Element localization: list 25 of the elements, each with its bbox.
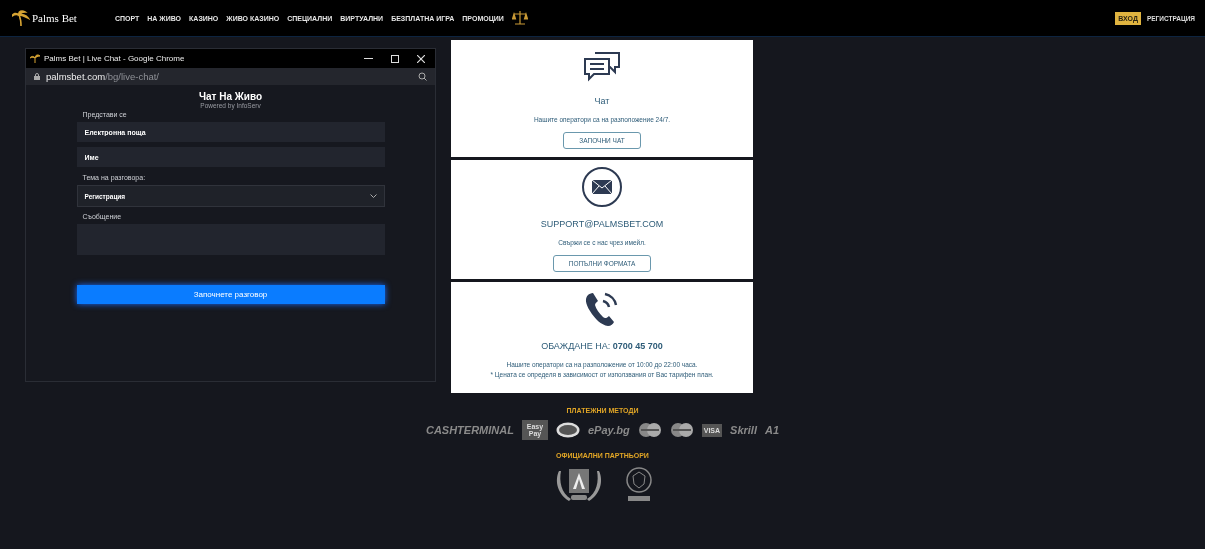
payment-logo: CASHTERMINAL [425,424,514,436]
payment-logo: ePay.bg [587,424,630,436]
payment-logo-icon [669,423,694,437]
contact-title: ОБАЖДАНЕ НА: 0700 45 700 [541,341,663,351]
brand-logo-text[interactable]: Palms Bet [32,12,77,24]
payment-logo: Skrill [730,424,757,436]
palm-tree-logo-icon [12,10,30,26]
lion-crest-icon [624,467,653,503]
maximize-icon[interactable] [391,54,399,63]
payment-logo-icon [637,423,662,437]
payment-logo-icon [555,422,580,438]
chat-heading: Чат На Живо [198,91,263,102]
contact-title: Чат [594,96,610,106]
zoom-icon[interactable] [418,72,427,81]
window-title: Palms Bet | Live Chat - Google Chrome [44,54,185,63]
chevron-down-icon [369,194,377,198]
lock-icon [34,73,40,80]
envelope-icon [582,167,622,207]
start-conversation-button[interactable]: Започнете разговор [76,285,385,304]
palm-tree-favicon-icon [30,54,40,63]
address-bar-url[interactable]: palmsbet.com/bg/live-chat/ [46,71,159,82]
payment-logo: A1 [765,424,780,436]
close-icon[interactable] [417,54,425,63]
scales-icon[interactable] [511,10,528,26]
contact-title: SUPPORT@PALMSBET.COM [540,219,664,229]
